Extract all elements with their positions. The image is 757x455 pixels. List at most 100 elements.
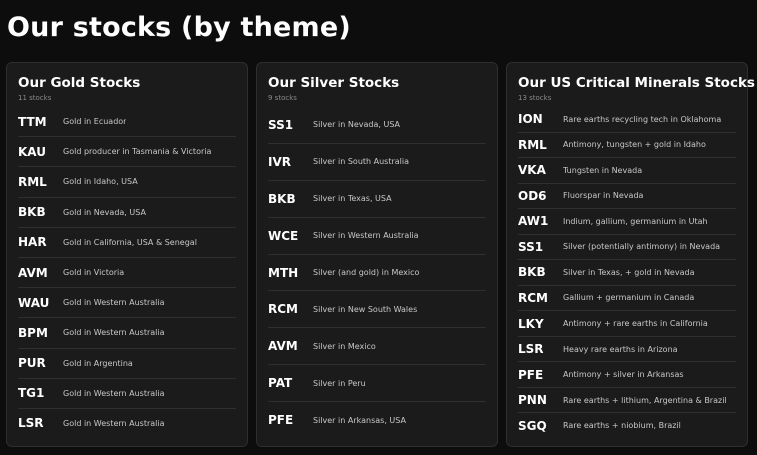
stock-description: Gold in Western Australia bbox=[63, 328, 165, 338]
panel-title: Our Silver Stocks bbox=[268, 75, 400, 91]
stock-row[interactable]: OD6 Fluorspar in Nevada bbox=[518, 184, 736, 210]
stock-row[interactable]: LKY Antimony + rare earths in California bbox=[518, 311, 736, 337]
panel-count: 9 stocks bbox=[268, 94, 297, 102]
stock-ticker: AW1 bbox=[518, 214, 549, 229]
stock-row[interactable]: VKA Tungsten in Nevada bbox=[518, 158, 736, 184]
stock-ticker: AVM bbox=[268, 339, 298, 354]
stock-description: Gold in Nevada, USA bbox=[63, 207, 146, 217]
stock-ticker: TTM bbox=[18, 114, 47, 129]
stock-ticker: HAR bbox=[18, 235, 47, 250]
stock-description: Silver in Nevada, USA bbox=[313, 120, 401, 130]
stock-panels: Our Gold Stocks 11 stocks TTM Gold in Ecu… bbox=[0, 0, 757, 455]
stock-description: Gallium + germanium in Canada bbox=[563, 293, 695, 303]
stock-row[interactable]: KAU Gold producer in Tasmania & Victoria bbox=[18, 137, 236, 168]
stock-description: Antimony, tungsten + gold in Idaho bbox=[563, 140, 706, 150]
stock-ticker: RCM bbox=[268, 302, 298, 317]
stock-list: SS1 Silver in Nevada, USA IVR Silver in Sou… bbox=[268, 107, 486, 438]
stock-ticker: PFE bbox=[518, 367, 544, 382]
stock-description: Gold in Western Australia bbox=[63, 298, 165, 308]
panel-count: 13 stocks bbox=[518, 94, 552, 102]
stock-ticker: WCE bbox=[268, 228, 299, 243]
stock-ticker: ION bbox=[518, 112, 543, 127]
stock-row[interactable]: PUR Gold in Argentina bbox=[18, 349, 236, 379]
stock-row[interactable]: SGQ Rare earths + niobium, Brazil bbox=[518, 413, 736, 438]
stock-ticker: RCM bbox=[518, 290, 548, 305]
stock-row[interactable]: PAT Silver in Peru bbox=[268, 365, 486, 403]
stock-description: Silver in Mexico bbox=[313, 341, 376, 351]
stock-row[interactable]: AVM Silver in Mexico bbox=[268, 328, 486, 366]
stock-row[interactable]: AW1 Indium, gallium, germanium in Utah bbox=[518, 209, 736, 235]
stock-description: Silver in Western Australia bbox=[313, 231, 419, 241]
stock-ticker: WAU bbox=[18, 295, 50, 310]
stock-description: Gold in Idaho, USA bbox=[63, 177, 138, 187]
stock-row[interactable]: SS1 Silver (potentially antimony) in Neva… bbox=[518, 235, 736, 261]
stock-ticker: BPM bbox=[18, 325, 48, 340]
stock-row[interactable]: BPM Gold in Western Australia bbox=[18, 318, 236, 349]
stock-description: Silver in Arkansas, USA bbox=[313, 415, 406, 425]
stock-row[interactable]: AVM Gold in Victoria bbox=[18, 258, 236, 289]
stock-description: Rare earths + niobium, Brazil bbox=[563, 421, 681, 431]
stock-row[interactable]: LSR Gold in Western Australia bbox=[18, 409, 236, 438]
stock-row[interactable]: IVR Silver in South Australia bbox=[268, 144, 486, 181]
stock-description: Antimony + rare earths in California bbox=[563, 319, 708, 329]
stock-description: Gold in California, USA & Senegal bbox=[63, 237, 197, 247]
panel-count: 11 stocks bbox=[18, 94, 52, 102]
stock-description: Rare earths recycling tech in Oklahoma bbox=[563, 114, 722, 124]
stock-description: Fluorspar in Nevada bbox=[563, 191, 644, 201]
stock-ticker: RML bbox=[18, 174, 47, 189]
stock-ticker: KAU bbox=[18, 144, 46, 159]
stock-row[interactable]: WAU Gold in Western Australia bbox=[18, 288, 236, 319]
stock-description: Indium, gallium, germanium in Utah bbox=[563, 216, 708, 226]
stock-ticker: IVR bbox=[268, 154, 291, 169]
stock-ticker: SGQ bbox=[518, 418, 547, 433]
stock-row[interactable]: RML Gold in Idaho, USA bbox=[18, 167, 236, 198]
stock-row[interactable]: PFE Antimony + silver in Arkansas bbox=[518, 362, 736, 388]
stock-row[interactable]: LSR Heavy rare earths in Arizona bbox=[518, 337, 736, 363]
stock-ticker: VKA bbox=[518, 163, 546, 178]
stock-ticker: PFE bbox=[268, 413, 294, 428]
stock-list: ION Rare earths recycling tech in Oklahom… bbox=[518, 107, 736, 438]
stock-ticker: OD6 bbox=[518, 188, 547, 203]
stock-row[interactable]: BKB Silver in Texas, + gold in Nevada bbox=[518, 260, 736, 286]
stock-description: Silver in Texas, + gold in Nevada bbox=[563, 267, 695, 277]
stock-ticker: PAT bbox=[268, 376, 293, 391]
stock-ticker: LSR bbox=[518, 342, 544, 357]
stock-description: Tungsten in Nevada bbox=[563, 165, 643, 175]
stock-row[interactable]: RML Antimony, tungsten + gold in Idaho bbox=[518, 133, 736, 159]
stock-row[interactable]: TTM Gold in Ecuador bbox=[18, 107, 236, 138]
stock-row[interactable]: TG1 Gold in Western Australia bbox=[18, 379, 236, 409]
panel-us-critical-minerals-stocks: Our US Critical Minerals Stocks 13 stock… bbox=[506, 62, 755, 447]
stock-row[interactable]: RCM Gallium + germanium in Canada bbox=[518, 286, 736, 312]
stock-ticker: SS1 bbox=[268, 117, 294, 132]
stock-description: Silver (potentially antimony) in Nevada bbox=[563, 242, 721, 252]
stock-row[interactable]: SS1 Silver in Nevada, USA bbox=[268, 107, 486, 144]
stock-ticker: RML bbox=[518, 137, 547, 152]
panel-gold-stocks: Our Gold Stocks 11 stocks TTM Gold in Ecu… bbox=[6, 62, 248, 447]
stock-row[interactable]: HAR Gold in California, USA & Senegal bbox=[18, 228, 236, 258]
panel-title: Our Gold Stocks bbox=[18, 75, 141, 91]
stock-row[interactable]: BKB Silver in Texas, USA bbox=[268, 181, 486, 218]
stock-ticker: TG1 bbox=[18, 386, 45, 401]
stock-row[interactable]: PNN Rare earths + lithium, Argentina & Br… bbox=[518, 388, 736, 414]
stock-description: Gold producer in Tasmania & Victoria bbox=[63, 147, 212, 157]
stock-description: Gold in Ecuador bbox=[63, 117, 127, 127]
stock-ticker: PNN bbox=[518, 393, 547, 408]
stock-description: Gold in Argentina bbox=[63, 358, 133, 368]
stock-description: Silver in South Australia bbox=[313, 157, 410, 167]
panel-silver-stocks: Our Silver Stocks 9 stocks SS1 Silver in … bbox=[256, 62, 498, 447]
stock-description: Silver in Peru bbox=[313, 378, 366, 388]
stock-row[interactable]: PFE Silver in Arkansas, USA bbox=[268, 402, 486, 438]
stock-row[interactable]: ION Rare earths recycling tech in Oklahom… bbox=[518, 107, 736, 133]
stock-row[interactable]: MTH Silver (and gold) in Mexico bbox=[268, 255, 486, 292]
panel-title: Our US Critical Minerals Stocks bbox=[518, 75, 755, 91]
stock-description: Silver in Texas, USA bbox=[313, 194, 392, 204]
stock-description: Silver (and gold) in Mexico bbox=[313, 268, 420, 277]
stock-description: Antimony + silver in Arkansas bbox=[563, 370, 684, 380]
stock-ticker: SS1 bbox=[518, 239, 544, 254]
stock-row[interactable]: WCE Silver in Western Australia bbox=[268, 218, 486, 255]
stock-ticker: MTH bbox=[268, 265, 299, 280]
stock-ticker: PUR bbox=[18, 356, 46, 371]
stock-row[interactable]: BKB Gold in Nevada, USA bbox=[18, 198, 236, 228]
stock-description: Heavy rare earths in Arizona bbox=[563, 344, 678, 354]
stock-row[interactable]: RCM Silver in New South Wales bbox=[268, 291, 486, 329]
